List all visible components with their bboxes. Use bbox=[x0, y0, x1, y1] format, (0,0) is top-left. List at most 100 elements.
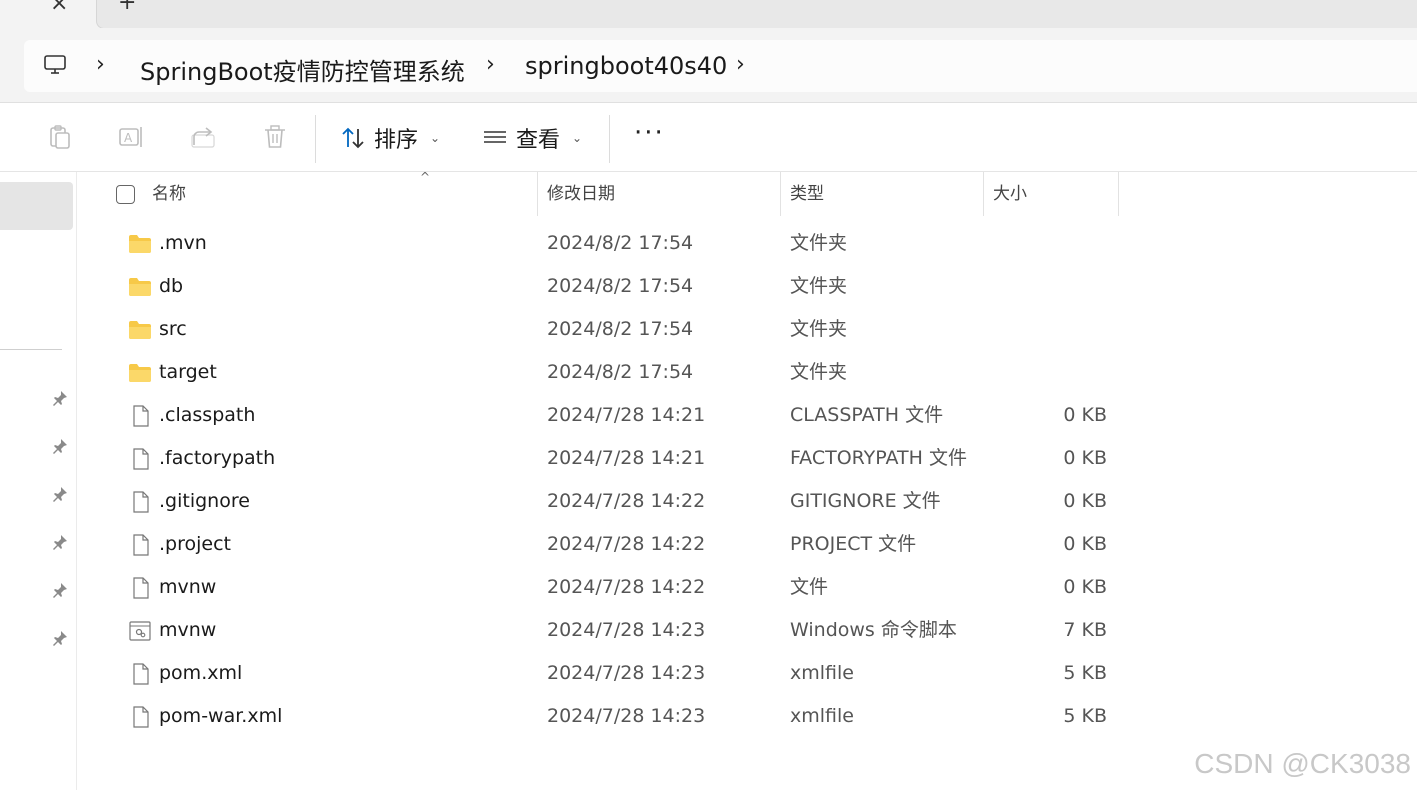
file-type: 文件夹 bbox=[790, 318, 848, 340]
file-type: CLASSPATH 文件 bbox=[790, 404, 944, 426]
column-divider[interactable] bbox=[983, 172, 984, 216]
file-date: 2024/8/2 17:54 bbox=[547, 361, 694, 383]
sort-ascending-icon: ^ bbox=[420, 170, 431, 184]
file-date: 2024/8/2 17:54 bbox=[547, 232, 694, 254]
file-date: 2024/7/28 14:23 bbox=[547, 662, 706, 684]
file-date: 2024/8/2 17:54 bbox=[547, 318, 694, 340]
file-name: pom-war.xml bbox=[159, 705, 283, 727]
column-header-size[interactable]: 大小 bbox=[993, 172, 1027, 216]
file-name: src bbox=[159, 318, 187, 340]
view-button[interactable]: 查看 ⌄ bbox=[482, 121, 582, 155]
file-row[interactable]: .project 2024/7/28 14:22 PROJECT 文件 0 KB bbox=[104, 523, 1119, 566]
file-row[interactable]: pom.xml 2024/7/28 14:23 xmlfile 5 KB bbox=[104, 652, 1119, 695]
breadcrumb-item-project[interactable]: SpringBoot疫情防控管理系统 bbox=[140, 52, 465, 87]
file-size: 5 KB bbox=[1063, 705, 1107, 727]
nav-item-selected[interactable] bbox=[0, 182, 73, 230]
file-date: 2024/7/28 14:23 bbox=[547, 619, 706, 641]
file-row[interactable]: mvnw 2024/7/28 14:22 文件 0 KB bbox=[104, 566, 1119, 609]
share-icon[interactable] bbox=[189, 123, 217, 151]
file-type: 文件夹 bbox=[790, 275, 848, 297]
file-row[interactable]: pom-war.xml 2024/7/28 14:23 xmlfile 5 KB bbox=[104, 695, 1119, 738]
file-icon bbox=[133, 405, 149, 427]
file-row[interactable]: .gitignore 2024/7/28 14:22 GITIGNORE 文件 … bbox=[104, 480, 1119, 523]
chevron-right-icon[interactable]: › bbox=[96, 52, 105, 77]
file-row[interactable]: .factorypath 2024/7/28 14:21 FACTORYPATH… bbox=[104, 437, 1119, 480]
view-icon bbox=[484, 131, 506, 143]
folder-icon bbox=[129, 278, 151, 296]
file-name: .mvn bbox=[159, 232, 207, 254]
file-type: 文件 bbox=[790, 576, 829, 598]
file-row[interactable]: mvnw 2024/7/28 14:23 Windows 命令脚本 7 KB bbox=[104, 609, 1119, 652]
file-icon bbox=[133, 663, 149, 685]
view-label: 查看 bbox=[516, 128, 561, 153]
column-divider[interactable] bbox=[1118, 172, 1119, 216]
file-size: 7 KB bbox=[1063, 619, 1107, 641]
file-type: PROJECT 文件 bbox=[790, 533, 917, 555]
breadcrumb[interactable]: › SpringBoot疫情防控管理系统 › springboot40s40 › bbox=[24, 40, 1417, 92]
file-name: .classpath bbox=[159, 404, 256, 426]
close-tab-icon[interactable]: × bbox=[50, 0, 68, 15]
folder-icon bbox=[129, 364, 151, 382]
new-tab-button[interactable]: + bbox=[118, 0, 136, 14]
file-row[interactable]: .classpath 2024/7/28 14:21 CLASSPATH 文件 … bbox=[104, 394, 1119, 437]
select-all-checkbox[interactable] bbox=[116, 185, 135, 204]
file-size: 0 KB bbox=[1063, 533, 1107, 555]
file-icon bbox=[133, 491, 149, 513]
folder-icon bbox=[129, 321, 151, 339]
file-icon bbox=[133, 534, 149, 556]
column-header-date[interactable]: 修改日期 bbox=[547, 172, 615, 216]
file-type: xmlfile bbox=[790, 705, 854, 727]
folder-icon bbox=[129, 235, 151, 253]
clipboard-icon[interactable] bbox=[46, 123, 74, 151]
file-list: .mvn 2024/8/2 17:54 文件夹 db 2024/8/2 17:5… bbox=[104, 222, 1119, 738]
file-date: 2024/7/28 14:22 bbox=[547, 533, 706, 555]
column-divider[interactable] bbox=[537, 172, 538, 216]
sort-button[interactable]: 排序 ⌄ bbox=[340, 121, 440, 155]
column-header-type[interactable]: 类型 bbox=[790, 172, 824, 216]
pin-icon[interactable] bbox=[52, 438, 68, 454]
file-size: 0 KB bbox=[1063, 576, 1107, 598]
rename-icon[interactable]: A bbox=[117, 123, 145, 151]
address-bar: › SpringBoot疫情防控管理系统 › springboot40s40 › bbox=[0, 28, 1417, 103]
script-icon bbox=[129, 621, 151, 641]
pin-icon[interactable] bbox=[52, 390, 68, 406]
more-options-button[interactable]: ··· bbox=[634, 120, 665, 146]
delete-icon[interactable] bbox=[261, 123, 289, 151]
tab-bar-empty bbox=[96, 0, 1417, 29]
file-type: xmlfile bbox=[790, 662, 854, 684]
file-icon bbox=[133, 706, 149, 728]
file-name: mvnw bbox=[159, 619, 217, 641]
file-name: .project bbox=[159, 533, 231, 555]
chevron-right-icon[interactable]: › bbox=[736, 52, 745, 77]
file-type: Windows 命令脚本 bbox=[790, 619, 957, 641]
toolbar-divider bbox=[315, 115, 316, 163]
file-name: mvnw bbox=[159, 576, 217, 598]
file-icon bbox=[133, 448, 149, 470]
svg-text:A: A bbox=[124, 131, 133, 145]
pin-icon[interactable] bbox=[52, 582, 68, 598]
column-header-name[interactable]: 名称 bbox=[152, 172, 186, 216]
toolbar-divider bbox=[609, 115, 610, 163]
file-row[interactable]: src 2024/8/2 17:54 文件夹 bbox=[104, 308, 1119, 351]
chevron-right-icon[interactable]: › bbox=[486, 52, 495, 77]
sort-label: 排序 bbox=[374, 128, 419, 153]
pin-icon[interactable] bbox=[52, 630, 68, 646]
file-row[interactable]: .mvn 2024/8/2 17:54 文件夹 bbox=[104, 222, 1119, 265]
column-divider[interactable] bbox=[780, 172, 781, 216]
this-pc-icon[interactable] bbox=[43, 54, 67, 76]
watermark: CSDN @CK3038 bbox=[1194, 748, 1411, 779]
file-type: 文件夹 bbox=[790, 232, 848, 254]
file-date: 2024/8/2 17:54 bbox=[547, 275, 694, 297]
navigation-pane bbox=[0, 172, 77, 790]
file-row[interactable]: db 2024/8/2 17:54 文件夹 bbox=[104, 265, 1119, 308]
breadcrumb-item-folder[interactable]: springboot40s40 bbox=[525, 52, 727, 80]
file-date: 2024/7/28 14:21 bbox=[547, 404, 706, 426]
file-row[interactable]: target 2024/8/2 17:54 文件夹 bbox=[104, 351, 1119, 394]
file-size: 5 KB bbox=[1063, 662, 1107, 684]
pin-icon[interactable] bbox=[52, 486, 68, 502]
file-date: 2024/7/28 14:21 bbox=[547, 447, 706, 469]
chevron-down-icon: ⌄ bbox=[572, 131, 583, 145]
pin-icon[interactable] bbox=[52, 534, 68, 550]
file-name: .factorypath bbox=[159, 447, 276, 469]
tab-strip: × + bbox=[0, 0, 1417, 29]
